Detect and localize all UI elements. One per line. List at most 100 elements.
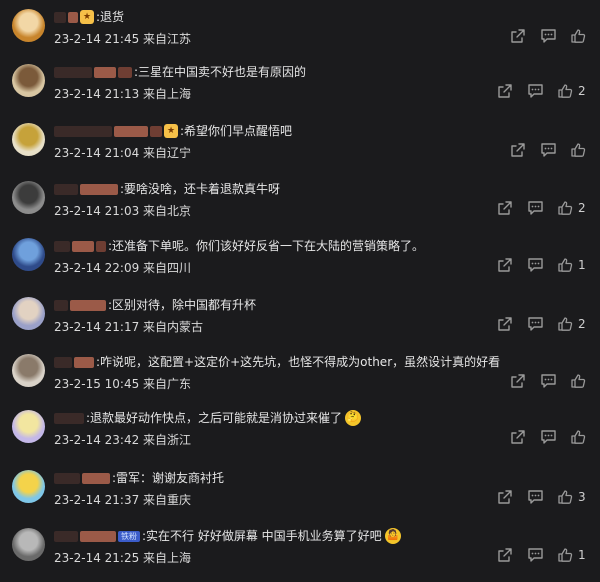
share-icon [510,429,526,445]
username-redacted[interactable] [80,530,116,542]
like-icon [570,373,586,389]
comment-text: :还准备下单呢。你们该好好反省一下在大陆的营销策略了。 [108,239,425,253]
like-button[interactable]: 2 [557,83,586,99]
username-redacted[interactable] [54,472,80,484]
username-redacted[interactable] [94,66,116,78]
comment-button[interactable] [527,547,544,563]
username-redacted[interactable] [54,183,78,195]
comment-meta: 23-2-14 21:04 来自辽宁 [54,144,191,161]
username-redacted[interactable] [54,299,68,311]
comment-text: :三星在中国卖不好也是有原因的 [134,65,307,79]
avatar[interactable] [12,181,45,214]
comment-text: :退款最好动作快点，之后可能就是消协过来催了 [86,411,343,425]
username-redacted[interactable] [54,125,112,137]
share-button[interactable] [510,142,526,158]
like-button[interactable]: 1 [557,257,586,273]
username-redacted[interactable] [54,530,78,542]
comment-button[interactable] [527,257,544,273]
like-button[interactable]: 2 [557,316,586,332]
comment-time: 23-2-14 21:37 [54,493,144,507]
username-redacted[interactable] [72,240,94,252]
comment-button[interactable] [527,316,544,332]
username-redacted[interactable] [74,356,94,368]
comment-location: 来自浙江 [143,433,192,447]
comment-location: 来自上海 [143,87,192,101]
comment-icon [527,316,544,332]
comment-icon [540,429,557,445]
comment-location: 来自上海 [143,551,192,565]
like-button[interactable]: 2 [557,200,586,216]
comment-item: :三星在中国卖不好也是有原因的 23-2-14 21:13 来自上海 2 [0,61,600,118]
comment-meta: 23-2-14 23:42 来自浙江 [54,431,191,448]
like-icon [570,429,586,445]
share-button[interactable] [497,257,513,273]
comment-item: 铁粉:实在不行 好好做屏幕 中国手机业务算了好吧 🤷 23-2-14 21:25 来… [0,525,600,582]
comment-line: :雷军：谢谢友商衬托 [54,470,224,486]
like-button[interactable] [570,429,586,445]
username-redacted[interactable] [68,11,78,23]
comment-location: 来自江苏 [143,32,192,46]
avatar[interactable] [12,297,45,330]
share-button[interactable] [510,28,526,44]
comment-icon [527,489,544,505]
username-redacted[interactable] [54,11,66,23]
share-icon [497,489,513,505]
like-count: 2 [578,201,586,215]
comment-line: 铁粉:实在不行 好好做屏幕 中国手机业务算了好吧 🤷 [54,528,401,544]
share-button[interactable] [497,547,513,563]
fan-badge-icon: ★ [164,124,178,138]
username-redacted[interactable] [54,66,92,78]
share-button[interactable] [497,200,513,216]
username-redacted[interactable] [82,472,110,484]
comment-button[interactable] [527,83,544,99]
like-button[interactable] [570,28,586,44]
username-redacted[interactable] [150,125,162,137]
username-redacted[interactable] [96,240,106,252]
username-redacted[interactable] [54,356,72,368]
comment-button[interactable] [527,489,544,505]
avatar[interactable] [12,9,45,42]
avatar[interactable] [12,64,45,97]
share-button[interactable] [497,489,513,505]
comment-location: 来自内蒙古 [143,320,204,334]
username-redacted[interactable] [80,183,118,195]
comment-button[interactable] [540,28,557,44]
comment-line: :退款最好动作快点，之后可能就是消协过来催了 🤔 [54,410,362,426]
avatar[interactable] [12,123,45,156]
share-button[interactable] [510,373,526,389]
username-redacted[interactable] [114,125,148,137]
comment-button[interactable] [540,373,557,389]
share-icon [497,316,513,332]
like-icon [557,547,573,563]
avatar[interactable] [12,354,45,387]
comment-meta: 23-2-14 21:45 来自江苏 [54,30,191,47]
share-icon [510,373,526,389]
comment-button[interactable] [527,200,544,216]
share-icon [510,142,526,158]
comment-location: 来自北京 [143,204,192,218]
share-button[interactable] [497,316,513,332]
like-button[interactable]: 1 [557,547,586,563]
share-button[interactable] [497,83,513,99]
share-button[interactable] [510,429,526,445]
comment-button[interactable] [540,429,557,445]
avatar[interactable] [12,528,45,561]
comment-item: :退款最好动作快点，之后可能就是消协过来催了 🤔 23-2-14 23:42 来自浙… [0,407,600,464]
avatar[interactable] [12,470,45,503]
like-count: 1 [578,548,586,562]
comment-icon [527,547,544,563]
comment-button[interactable] [540,142,557,158]
like-button[interactable] [570,373,586,389]
username-redacted[interactable] [54,412,84,424]
comment-location: 来自重庆 [143,493,192,507]
username-redacted[interactable] [54,240,70,252]
comment-list: ★:退货 23-2-14 21:45 来自江苏 :三星在中国卖不好也是有原因的 23-… [0,0,600,574]
avatar[interactable] [12,410,45,443]
comment-line: :还准备下单呢。你们该好好反省一下在大陆的营销策略了。 [54,238,424,254]
comment-item: ★:退货 23-2-14 21:45 来自江苏 [0,6,600,63]
username-redacted[interactable] [70,299,106,311]
username-redacted[interactable] [118,66,132,78]
like-button[interactable]: 3 [557,489,586,505]
like-button[interactable] [570,142,586,158]
avatar[interactable] [12,238,45,271]
